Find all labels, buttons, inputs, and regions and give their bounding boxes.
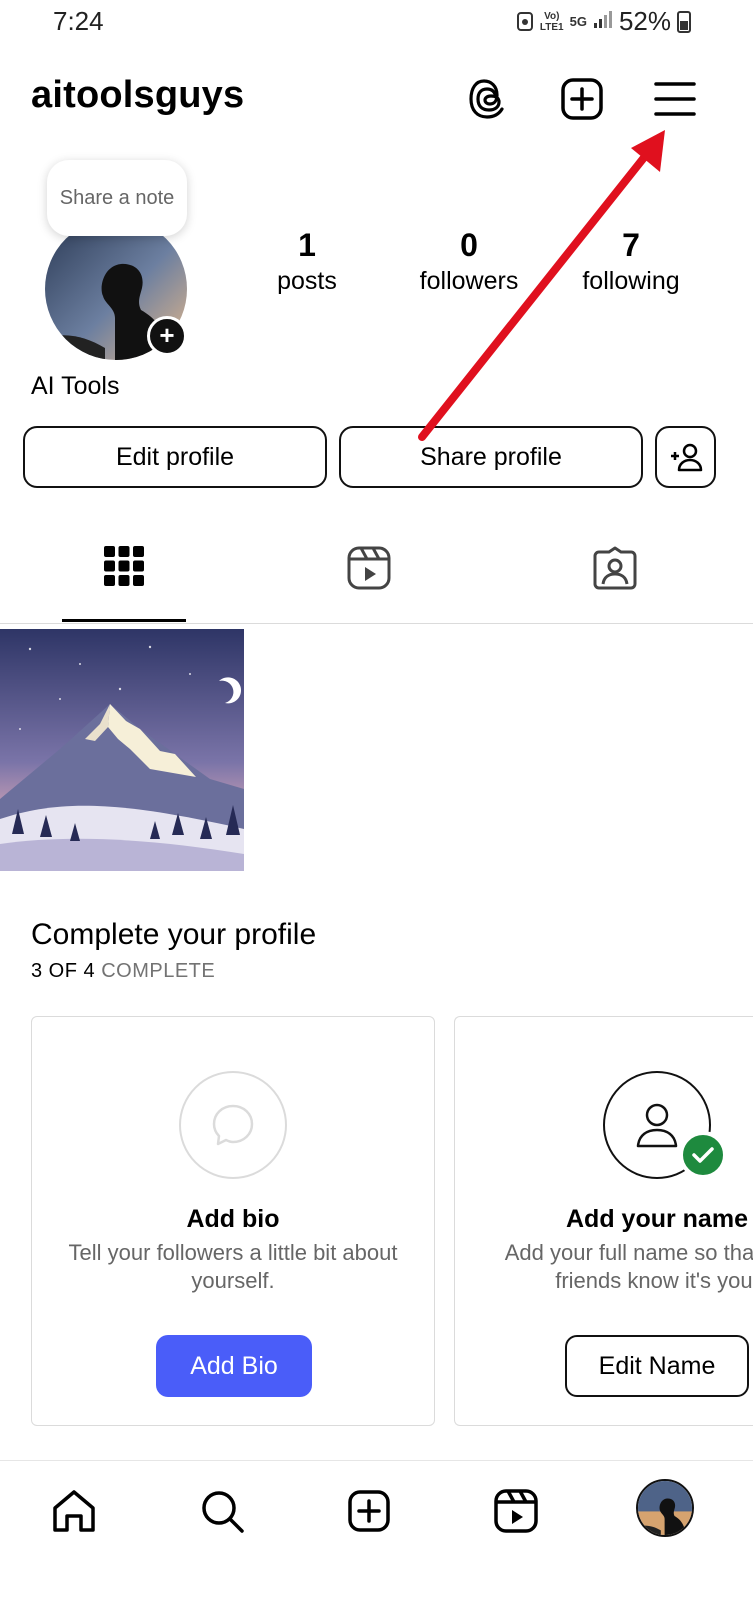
reels-icon <box>347 546 391 590</box>
post-thumbnail[interactable] <box>0 629 244 871</box>
following-stat[interactable]: 7 following <box>570 226 692 298</box>
edit-name-button[interactable]: Edit Name <box>565 1335 749 1397</box>
home-icon[interactable] <box>46 1483 102 1539</box>
posts-stat[interactable]: 1 posts <box>252 226 362 298</box>
share-profile-button[interactable]: Share profile <box>339 426 643 488</box>
tab-divider <box>0 623 753 624</box>
add-bio-button[interactable]: Add Bio <box>156 1335 312 1397</box>
progress-count: 3 OF 4 <box>31 960 96 982</box>
add-story-button[interactable]: + <box>147 316 187 356</box>
card-title: Add your name <box>566 1205 748 1233</box>
progress-word: COMPLETE <box>101 960 216 982</box>
signal-icon <box>593 9 613 34</box>
tab-posts-grid[interactable] <box>62 546 186 622</box>
add-bio-card: Add bio Tell your followers a little bit… <box>31 1016 435 1426</box>
tab-reels[interactable] <box>307 546 431 622</box>
complete-profile-title: Complete your profile <box>31 918 317 951</box>
status-time: 7:24 <box>53 6 104 36</box>
display-name: AI Tools <box>31 372 120 400</box>
5g-icon: 5G <box>569 14 587 29</box>
threads-icon[interactable] <box>466 76 512 122</box>
create-icon[interactable] <box>341 1483 397 1539</box>
profile-avatar-nav[interactable] <box>636 1479 694 1537</box>
bottom-navigation <box>0 1460 753 1600</box>
alarm-icon <box>516 10 534 34</box>
posts-label: posts <box>277 267 337 295</box>
followers-stat[interactable]: 0 followers <box>408 226 530 298</box>
add-name-card: Add your name Add your full name so that… <box>454 1016 753 1426</box>
card-title: Add bio <box>186 1205 280 1233</box>
battery-icon <box>677 10 691 33</box>
add-person-icon <box>670 443 702 472</box>
create-plus-icon[interactable] <box>559 76 605 122</box>
following-label: following <box>582 267 680 295</box>
status-indicators: Vo) LTE1 5G 52% <box>516 6 691 37</box>
bio-speech-bubble-icon <box>179 1071 287 1179</box>
grid-icon <box>104 546 144 586</box>
complete-profile-progress: 3 OF 4 COMPLETE <box>31 960 215 983</box>
battery-percent: 52% <box>618 6 671 36</box>
tab-tagged[interactable] <box>553 546 677 622</box>
share-note-bubble[interactable]: Share a note <box>47 160 187 236</box>
card-description: Tell your followers a little bit about y… <box>68 1240 398 1293</box>
profile-username[interactable]: aitoolsguys <box>31 74 244 117</box>
menu-hamburger-icon[interactable] <box>652 76 698 122</box>
profile-avatar[interactable]: + <box>45 218 187 360</box>
reels-icon[interactable] <box>488 1483 544 1539</box>
active-tab-indicator <box>62 619 186 622</box>
completed-check-icon <box>679 1131 727 1179</box>
discover-people-button[interactable] <box>655 426 716 488</box>
search-icon[interactable] <box>194 1483 250 1539</box>
posts-count: 1 <box>298 227 316 263</box>
volte-icon: Vo) LTE1 <box>539 10 564 33</box>
person-icon <box>603 1071 727 1179</box>
followers-count: 0 <box>460 227 478 263</box>
followers-label: followers <box>419 267 519 295</box>
card-description: Add your full name so that your friends … <box>504 1240 753 1293</box>
tagged-icon <box>593 546 637 590</box>
following-count: 7 <box>622 227 640 263</box>
edit-profile-button[interactable]: Edit profile <box>23 426 327 488</box>
